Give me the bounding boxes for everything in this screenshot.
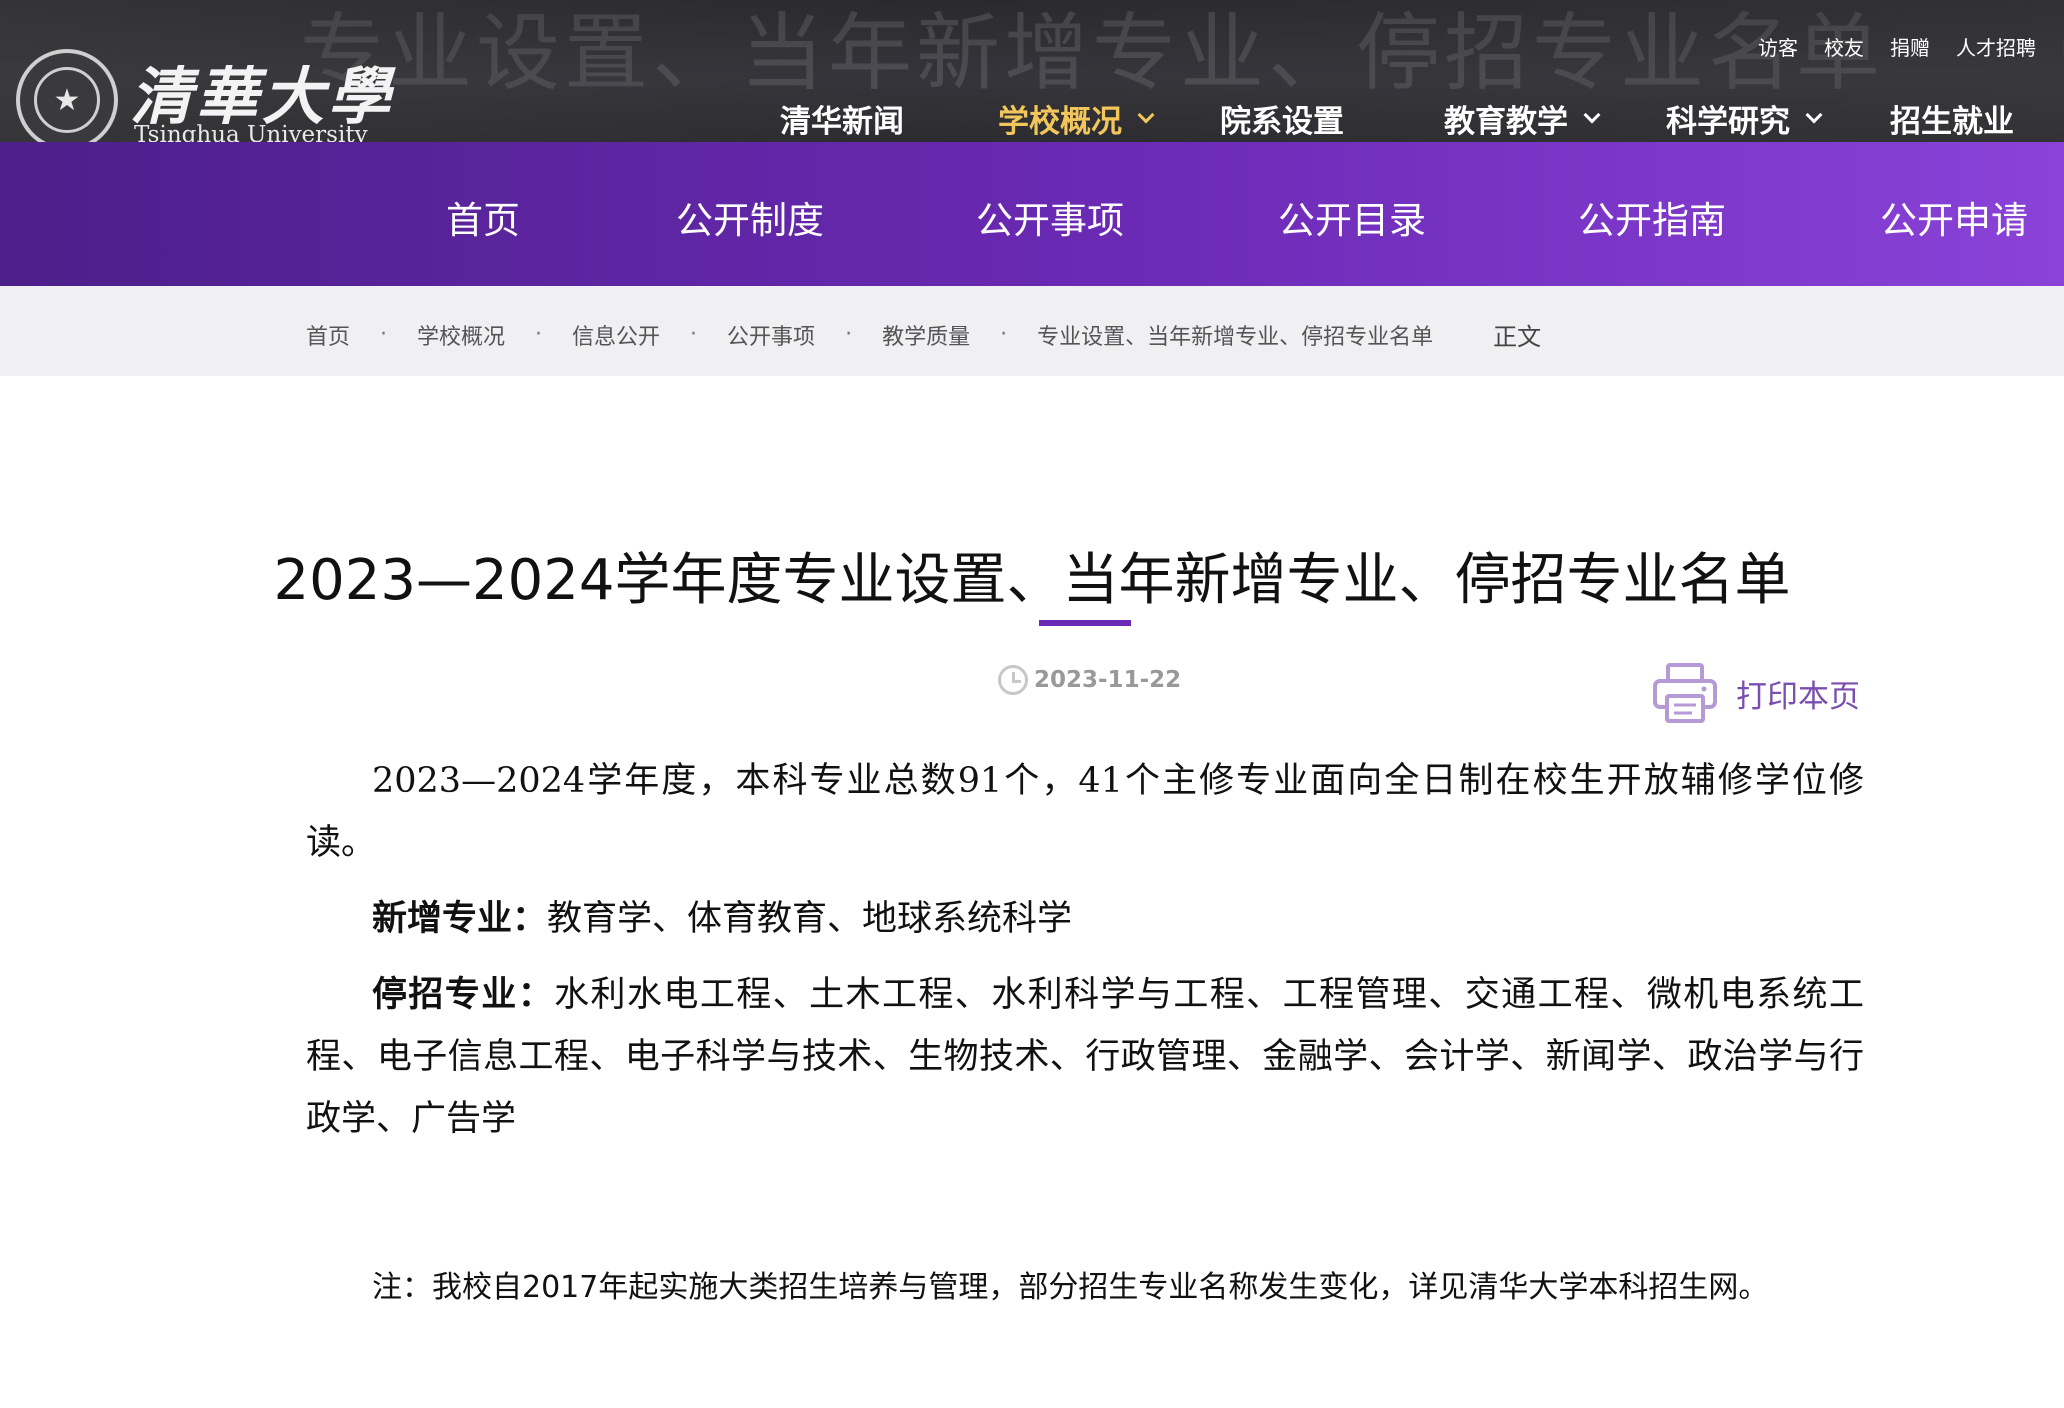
breadcrumb-separator: · [380,322,388,347]
breadcrumb-item[interactable]: 公开事项 [727,319,815,351]
print-page-label: 打印本页 [1736,678,1860,715]
breadcrumb-item[interactable]: 学校概况 [417,319,505,351]
tab-apply[interactable]: 公开申请 [1880,190,2028,244]
breadcrumb-current: 正文 [1493,323,1542,351]
disclosure-subnav: 首页 公开制度 公开事项 公开目录 公开指南 公开申请 [0,142,2064,286]
new-majors-list: 教育学、体育教育、地球系统科学 [547,899,1073,939]
util-link-donate[interactable]: 捐赠 [1890,32,1930,61]
print-page-button[interactable]: 打印本页 [1652,662,1860,724]
breadcrumb-separator: · [845,322,853,347]
article-body: 2023—2024学年度，本科专业总数91个，41个主修专业面向全日制在校生开放… [306,750,1864,1150]
nav-item-education[interactable]: 教育教学 [1444,96,1666,141]
top-header: 专业设置、当年新增专业、停招专业名单 ★ 清華大學 Tsinghua Unive… [0,0,2064,142]
util-link-visitor[interactable]: 访客 [1758,32,1798,61]
nav-item-label: 招生就业 [1890,104,2014,140]
new-majors-paragraph: 新增专业：教育学、体育教育、地球系统科学 [306,888,1864,950]
tab-rules[interactable]: 公开制度 [676,190,824,244]
article-note: 注：我校自2017年起实施大类招生培养与管理，部分招生专业名称发生变化，详见清华… [372,1270,1769,1305]
tab-items[interactable]: 公开事项 [976,190,1124,244]
printer-icon [1653,663,1717,723]
chevron-down-icon [1805,106,1823,123]
nav-item-label: 教育教学 [1444,104,1568,140]
nav-item-label: 学校概况 [998,104,1122,140]
university-seal-icon: ★ [16,49,118,142]
breadcrumb: 首页 · 学校概况 · 信息公开 · 公开事项 · 教学质量 · 专业设置、当年… [306,317,1541,352]
breadcrumb-item[interactable]: 教学质量 [882,319,970,351]
breadcrumb-item[interactable]: 专业设置、当年新增专业、停招专业名单 [1037,319,1433,351]
chevron-down-icon [1137,106,1155,123]
breadcrumb-bar: 首页 · 学校概况 · 信息公开 · 公开事项 · 教学质量 · 专业设置、当年… [0,286,2064,376]
publish-date: 2023-11-22 [998,665,1181,695]
nav-item-label: 清华新闻 [780,104,904,140]
stopped-majors-paragraph: 停招专业：水利水电工程、土木工程、水利科学与工程、工程管理、交通工程、微机电系统… [306,964,1864,1150]
utility-links: 访客 校友 捐赠 人才招聘 内 [1758,32,2064,61]
university-logo[interactable]: ★ 清華大學 Tsinghua University [16,44,390,142]
new-majors-label: 新增专业： [372,898,548,939]
nav-item-admissions[interactable]: 招生就业 [1890,96,2014,141]
util-link-alumni[interactable]: 校友 [1824,32,1864,61]
breadcrumb-separator: · [535,322,543,347]
clock-icon [998,665,1028,695]
tab-home[interactable]: 首页 [446,190,520,244]
main-nav: 清华新闻 学校概况 院系设置 教育教学 科学研究 招生就业 [780,96,2014,141]
nav-item-research[interactable]: 科学研究 [1666,96,1890,141]
nav-item-schools[interactable]: 院系设置 [1220,96,1444,141]
breadcrumb-item[interactable]: 首页 [306,319,350,351]
header-background-title: 专业设置、当年新增专业、停招专业名单 [300,4,1885,102]
chevron-down-icon [1583,106,1601,123]
breadcrumb-separator: · [690,322,698,347]
publish-date-text: 2023-11-22 [1034,667,1182,693]
util-link-jobs[interactable]: 人才招聘 [1956,32,2036,61]
nav-item-label: 科学研究 [1666,104,1790,140]
stopped-majors-label: 停招专业： [372,974,555,1015]
nav-item-news[interactable]: 清华新闻 [780,96,998,141]
nav-item-about[interactable]: 学校概况 [998,96,1220,141]
breadcrumb-separator: · [1000,322,1008,347]
title-accent-line [1039,620,1131,626]
tab-guide[interactable]: 公开指南 [1578,190,1726,244]
logo-english-name: Tsinghua University [134,122,368,142]
article-paragraph: 2023—2024学年度，本科专业总数91个，41个主修专业面向全日制在校生开放… [306,761,1864,863]
page-title: 2023—2024学年度专业设置、当年新增专业、停招专业名单 [273,548,1791,613]
breadcrumb-item[interactable]: 信息公开 [572,319,660,351]
nav-item-label: 院系设置 [1220,104,1344,140]
tab-catalog[interactable]: 公开目录 [1278,190,1426,244]
